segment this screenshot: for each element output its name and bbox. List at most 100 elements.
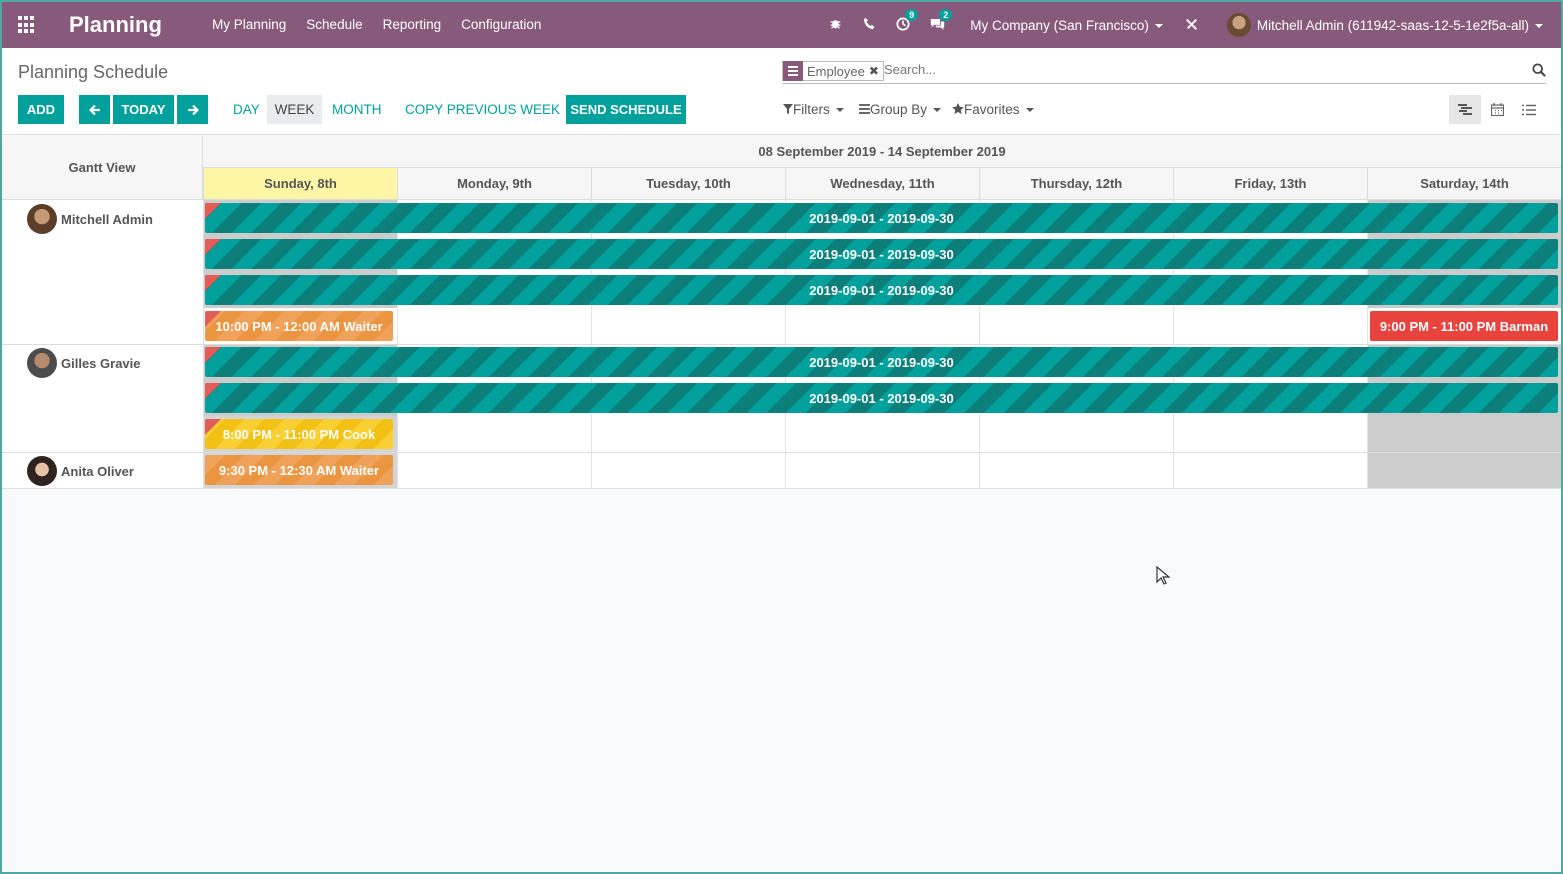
search-icon[interactable]	[1532, 63, 1546, 77]
warning-corner	[205, 203, 221, 219]
day-header-thursday: Thursday, 12th	[979, 168, 1173, 200]
menu-schedule[interactable]: Schedule	[306, 17, 362, 32]
group-by-label: Group By	[870, 102, 928, 117]
favorites-dropdown[interactable]: Favorites	[952, 102, 1034, 117]
shift-label: 2019-09-01 - 2019-09-30	[809, 282, 954, 298]
top-navbar: Planning My Planning Schedule Reporting …	[2, 2, 1561, 48]
list-icon	[1522, 104, 1536, 115]
messages-icon[interactable]: 2	[920, 8, 954, 34]
row-header: Mitchell Admin	[27, 204, 153, 234]
company-name: My Company (San Francisco)	[970, 17, 1149, 33]
activity-clock-icon[interactable]: 9	[886, 8, 920, 34]
shift-label: 2019-09-01 - 2019-09-30	[809, 354, 954, 370]
list-view-button[interactable]	[1513, 95, 1545, 124]
shift-label: 2019-09-01 - 2019-09-30	[809, 390, 954, 406]
shift-label: 9:00 PM - 11:00 PM Barman	[1379, 318, 1549, 334]
row-header: Gilles Gravie	[27, 348, 141, 378]
filters-label: Filters	[793, 102, 830, 117]
avatar	[27, 348, 57, 378]
scale-week-button[interactable]: WEEK	[267, 95, 322, 124]
close-icon[interactable]: ✖	[869, 64, 883, 78]
add-button[interactable]: ADD	[18, 95, 64, 124]
scale-day-button[interactable]: DAY	[224, 95, 269, 124]
arrow-left-icon	[88, 104, 100, 115]
chevron-down-icon	[933, 108, 942, 113]
scale-month-button[interactable]: MONTH	[323, 95, 391, 124]
warning-corner	[205, 239, 221, 255]
systray: 9 2 My Company (San Francisco) Mitchell …	[818, 2, 1561, 48]
chevron-down-icon	[1154, 23, 1163, 28]
shift-pill[interactable]: 10:00 PM - 12:00 AM Waiter	[205, 311, 393, 341]
gantt-view-button[interactable]	[1449, 95, 1481, 124]
shift-pill[interactable]: 2019-09-01 - 2019-09-30	[205, 203, 1558, 233]
mouse-cursor-icon	[1156, 566, 1171, 585]
shift-pill[interactable]: 2019-09-01 - 2019-09-30	[205, 347, 1558, 377]
messages-count-badge: 2	[939, 8, 953, 21]
search-bar: Employee ✖	[782, 60, 1546, 84]
user-avatar[interactable]	[1226, 13, 1251, 37]
shift-label: 2019-09-01 - 2019-09-30	[809, 246, 954, 262]
warning-corner	[205, 419, 221, 435]
bug-icon[interactable]	[818, 17, 852, 33]
shift-pill[interactable]: 2019-09-01 - 2019-09-30	[205, 239, 1558, 269]
day-header-saturday: Saturday, 14th	[1367, 168, 1561, 200]
shift-pill[interactable]: 2019-09-01 - 2019-09-30	[205, 275, 1558, 305]
shift-pill[interactable]: 9:00 PM - 11:00 PM Barman	[1370, 311, 1558, 341]
calendar-view-button[interactable]	[1481, 95, 1513, 124]
next-button[interactable]	[177, 95, 208, 124]
apps-grid-icon[interactable]	[18, 16, 36, 34]
shift-label: 8:00 PM - 11:00 PM Cook	[222, 426, 376, 442]
gantt-date-range: 08 September 2019 - 14 September 2019	[203, 136, 1561, 168]
day-header-monday: Monday, 9th	[397, 168, 591, 200]
shift-label: 9:30 PM - 12:30 AM Waiter	[218, 462, 380, 478]
filters-dropdown[interactable]: Filters	[783, 102, 844, 117]
favorites-label: Favorites	[964, 102, 1020, 117]
shift-label: 10:00 PM - 12:00 AM Waiter	[215, 318, 383, 334]
avatar	[27, 204, 57, 234]
today-button[interactable]: TODAY	[113, 95, 174, 124]
shift-pill[interactable]: 8:00 PM - 11:00 PM Cook	[205, 419, 393, 449]
search-facet-employee[interactable]: Employee ✖	[782, 61, 884, 81]
user-menu[interactable]: Mitchell Admin (611942-saas-12-5-1e2f5a-…	[1257, 18, 1543, 33]
copy-previous-week-button[interactable]: COPY PREVIOUS WEEK	[396, 95, 569, 124]
menu-reporting[interactable]: Reporting	[383, 17, 442, 32]
control-panel: Planning Schedule Employee ✖ ADD TODAY D…	[2, 48, 1561, 135]
company-switcher[interactable]: My Company (San Francisco)	[970, 18, 1163, 33]
group-by-icon	[783, 61, 803, 81]
shift-label: 2019-09-01 - 2019-09-30	[809, 210, 954, 226]
main-menu: My Planning Schedule Reporting Configura…	[212, 17, 561, 32]
employee-name: Anita Oliver	[61, 463, 134, 479]
warning-corner	[205, 275, 221, 291]
warning-corner	[205, 383, 221, 399]
row-header: Anita Oliver	[27, 456, 134, 486]
menu-configuration[interactable]: Configuration	[461, 17, 541, 32]
chevron-down-icon	[1535, 23, 1543, 28]
gantt-title: Gantt View	[2, 136, 203, 200]
employee-name: Gilles Gravie	[61, 355, 141, 371]
calendar-icon	[1490, 103, 1504, 116]
app-brand[interactable]: Planning	[69, 12, 162, 38]
arrow-right-icon	[187, 104, 199, 115]
user-name: Mitchell Admin (611942-saas-12-5-1e2f5a-…	[1256, 17, 1529, 33]
filter-icon	[783, 104, 793, 114]
bars-icon	[859, 104, 870, 114]
day-header-sunday: Sunday, 8th	[203, 168, 397, 200]
search-input[interactable]	[884, 62, 1484, 77]
phone-icon[interactable]	[852, 17, 886, 33]
page-title: Planning Schedule	[18, 62, 169, 82]
activity-count-badge: 9	[905, 8, 919, 21]
shift-pill[interactable]: 2019-09-01 - 2019-09-30	[205, 383, 1558, 413]
gantt-view: Gantt View 08 September 2019 - 14 Septem…	[2, 136, 1561, 489]
facet-label: Employee	[807, 63, 865, 79]
shift-pill[interactable]: 9:30 PM - 12:30 AM Waiter	[205, 455, 393, 485]
warning-corner	[205, 347, 221, 363]
tools-icon[interactable]	[1175, 17, 1209, 34]
employee-name: Mitchell Admin	[61, 211, 153, 227]
group-by-dropdown[interactable]: Group By	[859, 102, 942, 117]
send-schedule-button[interactable]: SEND SCHEDULE	[566, 95, 686, 124]
previous-button[interactable]	[79, 95, 110, 124]
star-icon	[952, 103, 964, 114]
day-header-friday: Friday, 13th	[1173, 168, 1367, 200]
menu-my-planning[interactable]: My Planning	[212, 17, 286, 32]
avatar	[27, 456, 57, 486]
